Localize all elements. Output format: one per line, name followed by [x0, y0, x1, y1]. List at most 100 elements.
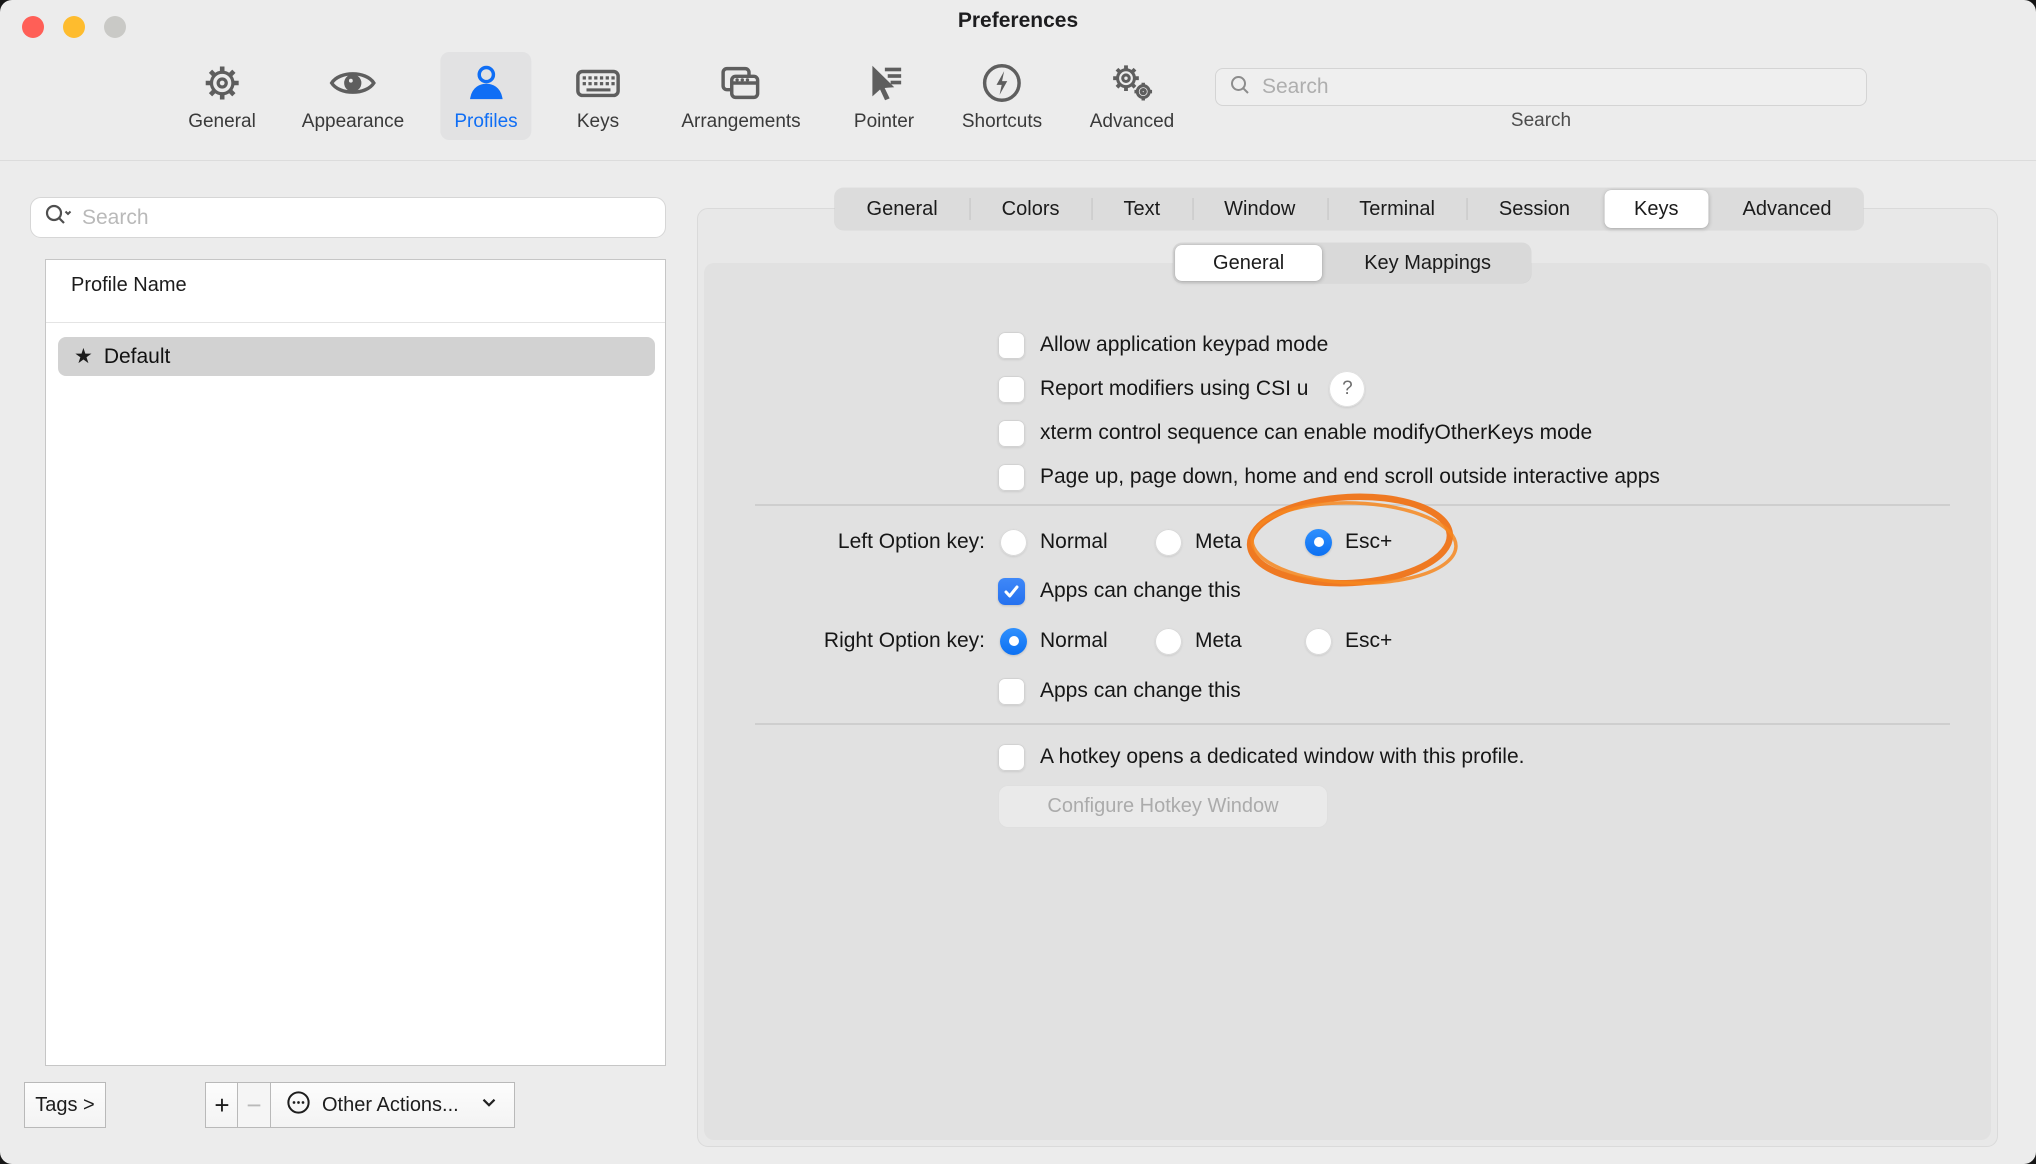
keys-checkbox-group: Allow application keypad mode Report mod… — [998, 331, 1660, 491]
checkbox-row: Report modifiers using CSI u ? — [998, 375, 1660, 403]
checkbox-label: xterm control sequence can enable modify… — [1040, 421, 1592, 445]
checkbox[interactable] — [998, 332, 1025, 359]
tags-button[interactable]: Tags > — [24, 1082, 106, 1128]
toolbar-label: Appearance — [302, 111, 404, 133]
preferences-window: Preferences General Appearance — [0, 0, 2036, 1164]
keys-subtab[interactable]: General — [1175, 245, 1322, 281]
radio-button[interactable] — [1155, 529, 1182, 556]
radio-label: Esc+ — [1345, 629, 1392, 653]
radio-label: Meta — [1195, 530, 1242, 554]
screen: Preferences General Appearance — [0, 0, 2036, 1164]
checkbox[interactable] — [998, 678, 1025, 705]
checkbox-label: A hotkey opens a dedicated window with t… — [1040, 745, 1524, 769]
profile-name: Default — [104, 345, 171, 369]
left-apps-can-change-row: Apps can change this — [998, 577, 1241, 605]
checkbox-label: Allow application keypad mode — [1040, 333, 1328, 357]
toolbar-label: Keys — [577, 111, 619, 133]
toolbar-search-placeholder: Search — [1262, 75, 1329, 99]
toolbar-item-appearance[interactable]: Appearance — [288, 52, 418, 140]
toolbar-label: Pointer — [854, 111, 914, 133]
gears-icon — [1107, 60, 1157, 106]
checkbox-label: Apps can change this — [1040, 679, 1241, 703]
profile-tab[interactable]: Window — [1192, 188, 1327, 230]
star-icon: ★ — [74, 344, 93, 369]
profile-tab[interactable]: Advanced — [1711, 188, 1864, 230]
left-option-key-label: Left Option key: — [640, 528, 985, 556]
toolbar-item-arrangements[interactable]: Arrangements — [667, 52, 814, 140]
radio-button[interactable] — [1000, 628, 1027, 655]
configure-hotkey-window-button: Configure Hotkey Window — [998, 785, 1328, 828]
radio-option[interactable]: Meta — [1155, 528, 1242, 556]
profile-tab[interactable]: Session — [1467, 188, 1602, 230]
checkbox[interactable] — [998, 744, 1025, 771]
search-menu-icon — [43, 202, 73, 233]
toolbar-label: Shortcuts — [962, 111, 1042, 133]
chevron-down-icon — [478, 1091, 500, 1119]
profile-tab[interactable]: Keys — [1604, 190, 1708, 228]
windows-icon — [717, 60, 765, 106]
toolbar-search-field[interactable]: Search — [1215, 68, 1867, 106]
other-actions-dropdown[interactable]: Other Actions... — [270, 1082, 515, 1128]
toolbar-divider — [0, 160, 2036, 161]
checkbox[interactable] — [998, 578, 1025, 605]
profile-tab[interactable]: Terminal — [1327, 188, 1467, 230]
hotkey-row: A hotkey opens a dedicated window with t… — [998, 743, 1524, 771]
toolbar-item-pointer[interactable]: Pointer — [840, 52, 928, 140]
profile-row-default[interactable]: ★ Default — [58, 337, 655, 376]
add-profile-button[interactable]: + — [205, 1082, 239, 1128]
radio-option[interactable]: Esc+ — [1305, 627, 1392, 655]
right-option-radio-group: Normal Meta Esc+ — [1000, 627, 1560, 655]
checkbox[interactable] — [998, 420, 1025, 447]
left-option-radio-group: Normal Meta Esc+ — [1000, 528, 1560, 556]
bolt-circle-icon — [979, 60, 1025, 106]
checkbox-label: Apps can change this — [1040, 579, 1241, 603]
radio-label: Normal — [1040, 629, 1108, 653]
profile-list-panel: Profile Name ★ Default — [45, 259, 666, 1066]
profile-tab[interactable]: General — [835, 188, 970, 230]
profile-tab[interactable]: Colors — [970, 188, 1092, 230]
radio-label: Normal — [1040, 530, 1108, 554]
search-icon — [1228, 73, 1252, 102]
eye-icon — [328, 60, 378, 106]
radio-option[interactable]: Meta — [1155, 627, 1242, 655]
right-option-key-row: Right Option key: Normal Meta Esc+ — [0, 627, 2036, 655]
radio-option[interactable]: Normal — [1000, 528, 1108, 556]
checkbox-label: Report modifiers using CSI u — [1040, 377, 1308, 401]
toolbar-item-profiles[interactable]: Profiles — [440, 52, 531, 140]
keys-subtabs: General Key Mappings — [1173, 243, 1531, 283]
radio-button[interactable] — [1305, 529, 1332, 556]
toolbar-item-general[interactable]: General — [174, 52, 270, 140]
divider — [46, 322, 665, 323]
profile-search-field[interactable]: Search — [30, 197, 666, 238]
divider — [755, 504, 1950, 506]
person-icon — [463, 60, 509, 106]
toolbar-label: Profiles — [454, 111, 517, 133]
toolbar-label: Advanced — [1090, 111, 1175, 133]
help-button[interactable]: ? — [1329, 371, 1365, 407]
checkbox-row: Allow application keypad mode — [998, 331, 1660, 359]
radio-option[interactable]: Esc+ — [1305, 528, 1392, 556]
radio-button[interactable] — [1305, 628, 1332, 655]
profile-tab[interactable]: Text — [1091, 188, 1192, 230]
gear-icon — [199, 60, 245, 106]
checkbox-label: Page up, page down, home and end scroll … — [1040, 465, 1660, 489]
remove-profile-button[interactable]: − — [237, 1082, 271, 1128]
window-title: Preferences — [0, 6, 2036, 36]
keyboard-icon — [573, 60, 623, 106]
toolbar-item-advanced[interactable]: Advanced — [1076, 52, 1189, 140]
radio-button[interactable] — [1155, 628, 1182, 655]
radio-option[interactable]: Normal — [1000, 627, 1108, 655]
toolbar-item-keys[interactable]: Keys — [559, 52, 637, 140]
checkbox[interactable] — [998, 376, 1025, 403]
checkbox[interactable] — [998, 464, 1025, 491]
keys-subtab[interactable]: Key Mappings — [1324, 243, 1531, 283]
left-option-key-row: Left Option key: Normal Meta Esc+ — [0, 528, 2036, 556]
right-apps-can-change-row: Apps can change this — [998, 677, 1241, 705]
toolbar-label: Arrangements — [681, 111, 800, 133]
toolbar-item-shortcuts[interactable]: Shortcuts — [948, 52, 1056, 140]
radio-button[interactable] — [1000, 529, 1027, 556]
profile-list-header: Profile Name — [71, 274, 187, 297]
toolbar-label: General — [188, 111, 256, 133]
other-actions-label: Other Actions... — [322, 1094, 459, 1117]
divider — [755, 723, 1950, 725]
